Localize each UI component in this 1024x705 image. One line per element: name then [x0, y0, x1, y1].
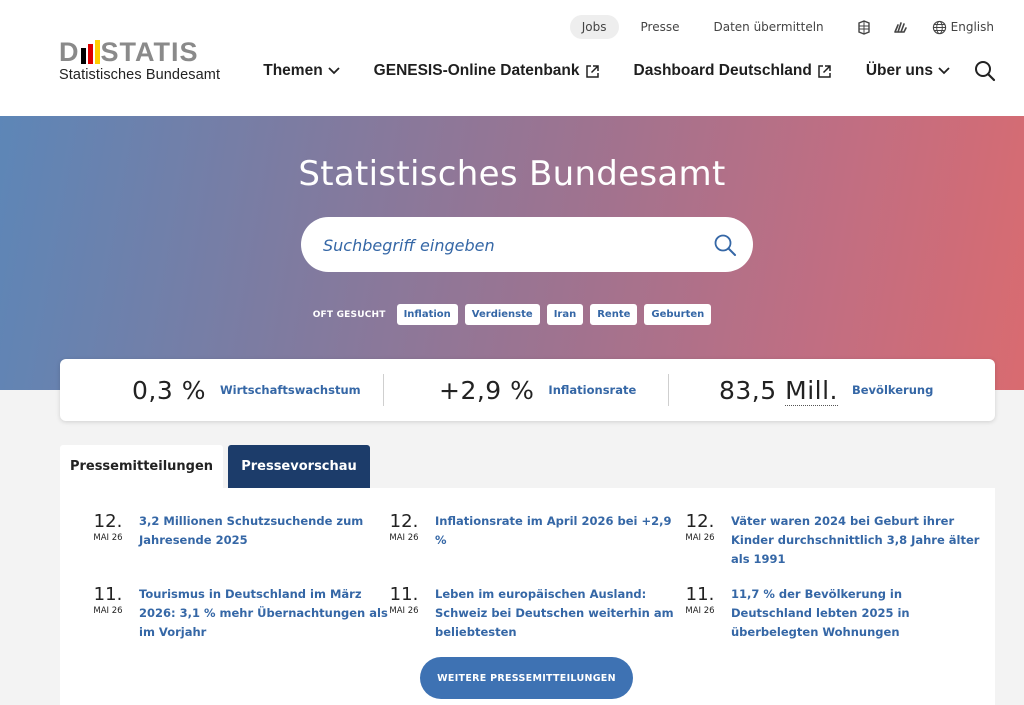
site-header: D STATIS Statistisches Bundesamt Jobs Pr…: [0, 0, 1024, 116]
language-switch[interactable]: English: [932, 20, 994, 35]
news-title[interactable]: Leben im europäischen Ausland: Schweiz b…: [435, 585, 674, 642]
sign-language-icon[interactable]: [892, 19, 908, 35]
external-link-icon: [585, 64, 599, 78]
often-searched: OFT GESUCHT Inflation Verdienste Iran Re…: [0, 304, 1024, 325]
stat-value: 83,5 Mill.: [719, 375, 838, 406]
news-title[interactable]: Inflationsrate im April 2026 bei +2,9 %: [435, 512, 674, 550]
more-press-releases-button[interactable]: WEITERE PRESSEMITTEILUNGEN: [420, 657, 633, 699]
news-month: MAI 26: [93, 533, 123, 543]
stat-wirtschaftswachstum: 0,3 % Wirtschaftswachstum: [60, 359, 383, 421]
news-item[interactable]: 11. MAI 26 Tourismus in Deutschland im Mä…: [88, 585, 388, 642]
logo-letters-statis: STATIS: [100, 37, 199, 67]
presse-link[interactable]: Presse: [629, 15, 692, 39]
main-nav: Themen GENESIS-Online Datenbank Dashboar…: [263, 60, 996, 82]
news-day: 12.: [685, 511, 715, 532]
jobs-link[interactable]: Jobs: [569, 15, 619, 39]
nav-dashboard[interactable]: Dashboard Deutschland: [634, 62, 832, 80]
search-submit-icon[interactable]: [713, 233, 737, 257]
news-title[interactable]: 3,2 Millionen Schutzsuchende zum Jahrese…: [139, 512, 378, 550]
stat-link[interactable]: Wirtschaftswachstum: [220, 383, 361, 397]
german-flag-icon: [80, 40, 100, 64]
news-title[interactable]: Tourismus in Deutschland im März 2026: 3…: [139, 585, 388, 642]
nav-genesis-label: GENESIS-Online Datenbank: [373, 62, 580, 79]
search-input[interactable]: [323, 231, 703, 259]
search-icon[interactable]: [974, 60, 996, 82]
hero-title: Statistisches Bundesamt: [298, 154, 726, 194]
news-date: 11. MAI 26: [88, 585, 128, 642]
news-item[interactable]: 11. MAI 26 Leben im europäischen Ausland:…: [384, 585, 674, 642]
external-link-icon: [818, 64, 831, 78]
stat-unit: Mill.: [785, 375, 838, 406]
chip-geburten[interactable]: Geburten: [644, 304, 712, 325]
news-date: 11. MAI 26: [680, 585, 720, 642]
tab-pressemitteilungen[interactable]: Pressemitteilungen: [60, 445, 223, 488]
stat-inflationsrate: +2,9 % Inflationsrate: [384, 359, 668, 421]
news-date: 12. MAI 26: [88, 512, 128, 550]
stat-bevoelkerung: 83,5 Mill. Bevölkerung: [669, 359, 933, 421]
news-title[interactable]: 11,7 % der Bevölkerung in Deutschland le…: [731, 585, 980, 642]
news-date: 11. MAI 26: [384, 585, 424, 642]
news-date: 12. MAI 26: [384, 512, 424, 550]
nav-ueber-uns[interactable]: Über uns: [866, 62, 950, 80]
tab-pressevorschau[interactable]: Pressevorschau: [228, 445, 370, 488]
logo-subtitle: Statistisches Bundesamt: [59, 67, 221, 83]
key-figures: 0,3 % Wirtschaftswachstum +2,9 % Inflati…: [60, 359, 995, 421]
news-item[interactable]: 12. MAI 26 Väter waren 2024 bei Geburt ih…: [680, 512, 980, 569]
chevron-down-icon: [938, 67, 950, 75]
news-month: MAI 26: [685, 606, 715, 616]
language-label: English: [950, 20, 994, 34]
globe-icon: [932, 20, 946, 34]
meta-nav: Jobs Presse Daten übermitteln English: [560, 15, 994, 39]
stat-link[interactable]: Bevölkerung: [852, 383, 933, 397]
news-item[interactable]: 12. MAI 26 3,2 Millionen Schutzsuchende z…: [88, 512, 378, 550]
stat-value: 0,3 %: [132, 375, 206, 405]
nav-ueber-label: Über uns: [865, 62, 933, 79]
often-searched-label: OFT GESUCHT: [312, 309, 386, 320]
stat-link[interactable]: Inflationsrate: [548, 383, 636, 397]
news-day: 11.: [93, 584, 123, 605]
news-day: 11.: [685, 584, 715, 605]
nav-themen[interactable]: Themen: [263, 62, 340, 80]
nav-dashboard-label: Dashboard Deutschland: [633, 62, 812, 79]
news-item[interactable]: 11. MAI 26 11,7 % der Bevölkerung in Deut…: [680, 585, 980, 642]
news-item[interactable]: 12. MAI 26 Inflationsrate im April 2026 b…: [384, 512, 674, 550]
leichte-sprache-icon[interactable]: [856, 19, 872, 35]
news-month: MAI 26: [685, 533, 715, 543]
stat-number: 83,5: [719, 375, 777, 405]
news-month: MAI 26: [389, 533, 419, 543]
chevron-down-icon: [328, 67, 340, 75]
destatis-logo[interactable]: D STATIS Statistisches Bundesamt: [59, 37, 221, 84]
news-date: 12. MAI 26: [680, 512, 720, 569]
logo-letter-d: D: [59, 37, 80, 67]
stat-value: +2,9 %: [439, 375, 535, 405]
news-day: 12.: [389, 511, 419, 532]
nav-themen-label: Themen: [263, 62, 323, 79]
daten-uebermitteln-link[interactable]: Daten übermitteln: [701, 15, 835, 39]
hero-banner: Statistisches Bundesamt OFT GESUCHT Infl…: [0, 116, 1024, 390]
news-month: MAI 26: [93, 606, 123, 616]
chip-iran[interactable]: Iran: [546, 304, 584, 325]
news-month: MAI 26: [389, 606, 419, 616]
nav-genesis[interactable]: GENESIS-Online Datenbank: [374, 62, 600, 80]
chip-inflation[interactable]: Inflation: [396, 304, 458, 325]
chip-verdienste[interactable]: Verdienste: [464, 304, 540, 325]
chip-rente[interactable]: Rente: [590, 304, 638, 325]
news-title[interactable]: Väter waren 2024 bei Geburt ihrer Kinder…: [731, 512, 980, 569]
hero-search-box: [301, 217, 753, 272]
news-day: 11.: [389, 584, 419, 605]
news-day: 12.: [93, 511, 123, 532]
